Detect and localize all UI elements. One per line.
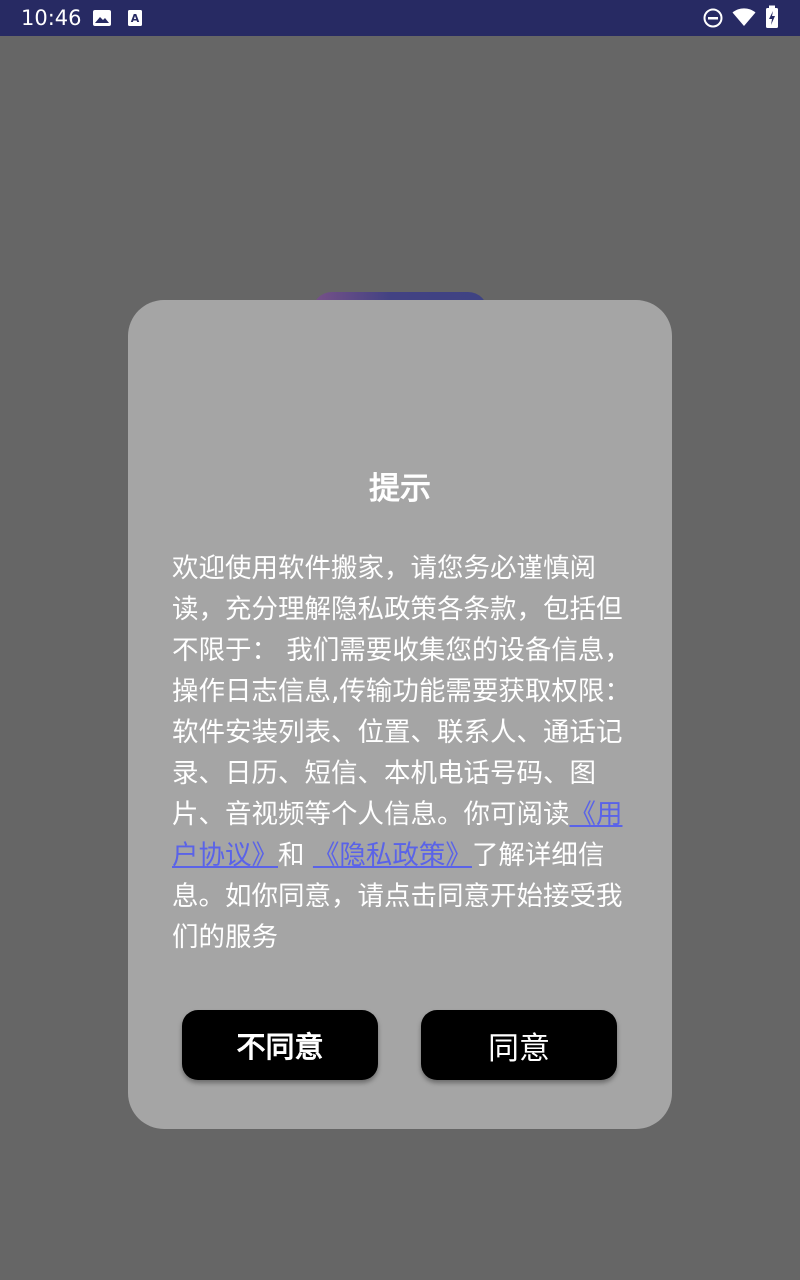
svg-text:A: A <box>131 12 140 25</box>
image-icon <box>93 10 111 26</box>
privacy-policy-link[interactable]: 《隐私政策》 <box>313 840 472 871</box>
status-time: 10:46 <box>21 6 82 30</box>
battery-charging-icon <box>766 5 778 28</box>
keyboard-a-icon: A <box>128 10 142 26</box>
dialog-title: 提示 <box>369 471 431 507</box>
dialog-body: 欢迎使用软件搬家，请您务必谨慎阅读，充分理解隐私政策各条款，包括但不限于： 我们… <box>172 548 632 958</box>
disagree-button[interactable]: 不同意 <box>182 1010 378 1080</box>
dnd-icon <box>703 8 723 28</box>
status-bar: 10:46 A <box>0 0 800 36</box>
agree-button[interactable]: 同意 <box>421 1010 617 1080</box>
body-text-2: 和 <box>278 840 313 871</box>
body-text-1: 欢迎使用软件搬家，请您务必谨慎阅读，充分理解隐私政策各条款，包括但不限于： 我们… <box>172 553 631 830</box>
wifi-icon <box>732 8 756 26</box>
